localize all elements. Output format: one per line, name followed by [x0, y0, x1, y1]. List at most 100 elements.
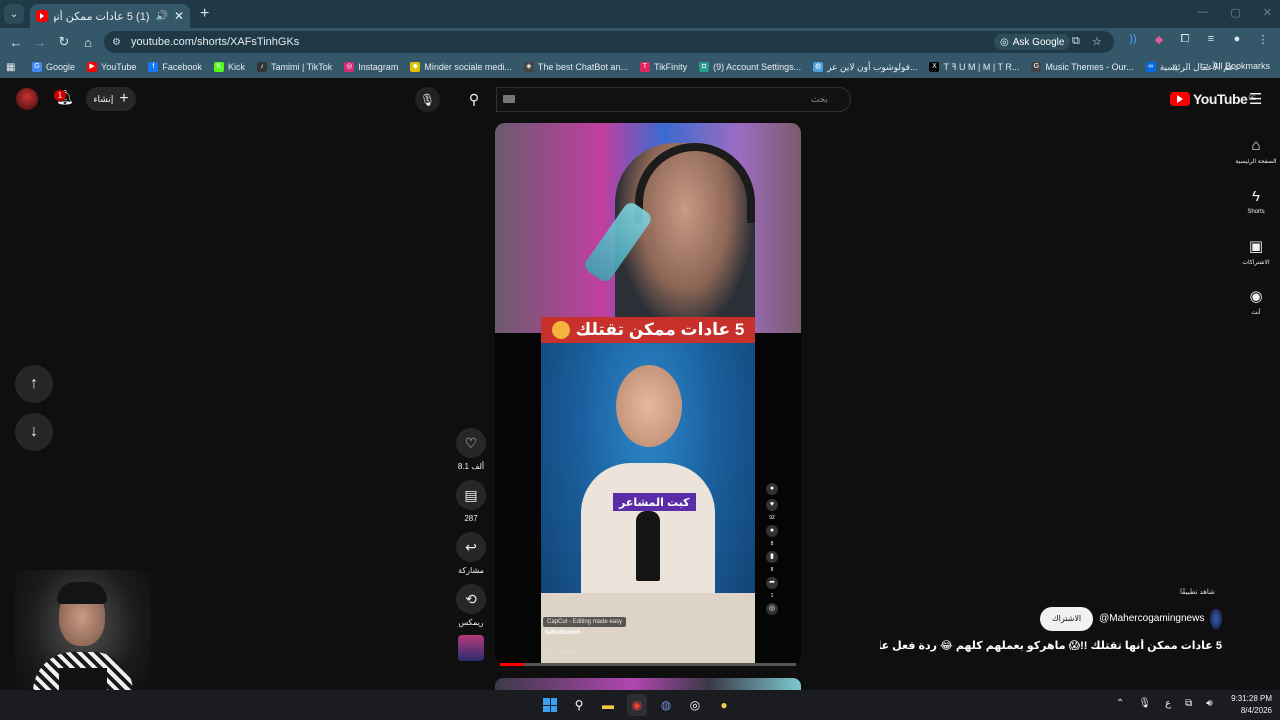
- video-progress-bar[interactable]: [500, 663, 796, 666]
- window-controls: — ▢ ✕: [1197, 6, 1272, 19]
- taskbar-search-icon[interactable]: ⚲: [569, 694, 589, 716]
- bookmarks-overflow-icon[interactable]: »: [1172, 61, 1178, 72]
- channel-name[interactable]: @Mahercogamingnews: [1099, 613, 1204, 624]
- guide-icon: ϟ: [1252, 187, 1260, 205]
- hair-shape: [57, 582, 107, 604]
- comments-button[interactable]: ▤: [456, 480, 486, 510]
- all-bookmarks-button[interactable]: ▭ All Bookmarks: [1200, 60, 1270, 71]
- forward-icon[interactable]: →: [28, 35, 52, 50]
- guide-item[interactable]: ◉ أنت: [1232, 276, 1280, 326]
- next-short-preview[interactable]: [495, 678, 801, 690]
- guide-item[interactable]: ▣ الاشتراكات: [1232, 226, 1280, 276]
- bookmark-star-icon[interactable]: ☆: [1092, 35, 1102, 48]
- next-short-button[interactable]: ↓: [15, 413, 53, 451]
- shorts-video-player[interactable]: 5 عادات ممكن تقتلك كبت المشاعر CapCut - …: [495, 123, 801, 665]
- subscribe-button[interactable]: الاشتراك: [1040, 606, 1094, 631]
- channel-avatar[interactable]: [1210, 608, 1222, 629]
- chrome-icon[interactable]: ◉: [627, 694, 647, 716]
- bookmark-item[interactable]: G Google: [32, 62, 75, 73]
- bookmark-item[interactable]: ◆ Minder sociale medi...: [410, 62, 512, 73]
- bookmark-item[interactable]: ◎ Instagram: [344, 62, 398, 73]
- tiktok-subtitle: البحث عادات ممكن: [545, 640, 586, 646]
- file-explorer-icon[interactable]: ▬: [598, 694, 618, 716]
- new-tab-button[interactable]: +: [200, 5, 209, 23]
- share-button[interactable]: ↩: [456, 532, 486, 562]
- address-bar[interactable]: ⚙ youtube.com/shorts/XAFsTinhGKs: [104, 31, 1114, 53]
- search-button[interactable]: ⚲: [452, 87, 496, 112]
- install-app-icon[interactable]: ⧉: [1072, 35, 1080, 48]
- like-button[interactable]: ♡: [456, 428, 486, 458]
- comment-icon: ▤: [464, 486, 478, 503]
- shocked-emoji-icon: [551, 321, 570, 339]
- bookmark-item[interactable]: G Music Themes - Our...: [1031, 62, 1134, 73]
- create-label: إنشاء: [93, 93, 114, 104]
- bookmark-item[interactable]: ▶ YouTube: [87, 62, 136, 73]
- start-button[interactable]: [540, 694, 560, 716]
- reading-list-icon[interactable]: ≡: [1204, 33, 1218, 46]
- bookmark-item[interactable]: K Kick: [213, 62, 245, 73]
- bookmark-item[interactable]: T TikFinity: [639, 62, 687, 73]
- bookmark-item[interactable]: ◘ (9) Account Settings...: [699, 62, 801, 73]
- voice-search-mic-icon[interactable]: 🎙︎: [415, 87, 440, 112]
- clock-date: 8/4/2026: [1240, 706, 1272, 715]
- discord-icon[interactable]: ◍: [656, 694, 676, 716]
- tray-chevron-icon[interactable]: ⌃: [1116, 698, 1124, 709]
- extension-shield-icon[interactable]: ◆: [1152, 33, 1166, 46]
- tiktok-bookmark-icon: ▮: [766, 551, 778, 563]
- maximize-icon[interactable]: ▢: [1230, 6, 1240, 19]
- guide-icon: ⌂: [1251, 137, 1261, 154]
- bookmark-label: Instagram: [358, 62, 399, 72]
- search-input[interactable]: بحث: [496, 87, 851, 112]
- browser-tab-active[interactable]: (1) 5 عادات ممكن أنها تقتلك 🔊 ✕: [30, 4, 190, 28]
- site-info-icon[interactable]: ⚙: [112, 37, 121, 48]
- volume-icon[interactable]: 🔊︎: [1206, 698, 1212, 709]
- previous-short-button[interactable]: ↑: [15, 365, 53, 403]
- input-language[interactable]: ع: [1165, 698, 1171, 709]
- bookmark-item[interactable]: ♪ Tamimi | TikTok: [256, 62, 333, 73]
- bookmark-item[interactable]: ◍ فولوشوب أون لاين عر...: [813, 62, 917, 73]
- sound-thumbnail[interactable]: [458, 635, 484, 661]
- youtube-logo[interactable]: YouTube BE: [1170, 91, 1256, 107]
- tab-search-button[interactable]: ⌄: [4, 4, 24, 24]
- tray-mic-icon[interactable]: 🎙︎: [1138, 698, 1151, 709]
- extensions-puzzle-icon[interactable]: ⧠: [1178, 33, 1192, 46]
- remix-label: ريمكس: [458, 618, 484, 627]
- keyboard-icon[interactable]: [503, 95, 515, 103]
- remix-button[interactable]: ⟲: [456, 584, 486, 614]
- shorts-subheading: شاهد تطبيقًا: [1180, 589, 1215, 596]
- bookmark-label: Tamimi | TikTok: [270, 62, 333, 72]
- tab-close-icon[interactable]: ✕: [174, 9, 184, 23]
- minimize-icon[interactable]: —: [1197, 6, 1208, 19]
- url-text: youtube.com/shorts/XAFsTinhGKs: [130, 36, 300, 48]
- back-icon[interactable]: ←: [4, 35, 28, 50]
- bookmark-item[interactable]: ◈ The best ChatBot an...: [523, 62, 628, 73]
- video-title[interactable]: 5 عادات ممكن أنها تقتلك !!😱 ماهركو بعمله…: [880, 639, 1222, 652]
- shorts-actions: ♡ 8.1 ألف ▤ 287 ↩ مشاركة ⟲ ريمكس: [455, 428, 487, 636]
- share-label: مشاركة: [458, 566, 484, 575]
- capcut-label: CapCut - Editing made easy: [543, 617, 627, 627]
- network-icon[interactable]: ⧉: [1185, 698, 1192, 709]
- account-avatar[interactable]: [16, 88, 38, 110]
- chevron-down-icon: ⌄: [9, 8, 19, 20]
- app-yellow-icon[interactable]: ●: [714, 694, 734, 716]
- extension-translate-icon[interactable]: )): [1126, 33, 1140, 46]
- ask-google-button[interactable]: ◎ Ask Google: [994, 34, 1071, 50]
- bookmark-item[interactable]: f Facebook: [148, 62, 202, 73]
- window-close-icon[interactable]: ✕: [1263, 6, 1272, 19]
- create-button[interactable]: إنشاء +: [86, 87, 136, 111]
- profile-avatar-icon[interactable]: ●: [1230, 33, 1244, 46]
- reload-icon[interactable]: ↻: [52, 34, 76, 50]
- apps-grid-icon[interactable]: ▦: [6, 62, 20, 73]
- bookmark-item[interactable]: XT ꟻ U M | M | T R...: [929, 62, 1019, 73]
- guide-icon: ▣: [1248, 237, 1264, 255]
- chrome-menu-icon[interactable]: ⋮: [1256, 33, 1270, 46]
- obs-icon[interactable]: ◎: [685, 694, 705, 716]
- guide-item[interactable]: ϟ Shorts: [1232, 176, 1280, 226]
- home-icon[interactable]: ⌂: [76, 35, 100, 50]
- bookmarks-bar: ▦ G Google ▶ YouTube f Facebook K Kick ♪ Tamimi |…: [0, 56, 1280, 78]
- guide-item[interactable]: ⌂ الصفحة الرئيسية: [1232, 126, 1280, 176]
- speaker-icon[interactable]: 🔊: [155, 11, 167, 22]
- taskbar-clock[interactable]: 9:31:28 PM 8/4/2026: [1222, 693, 1272, 717]
- bookmark-favicon-icon: ◎: [344, 62, 355, 72]
- hamburger-menu-icon[interactable]: ☰: [1249, 90, 1262, 108]
